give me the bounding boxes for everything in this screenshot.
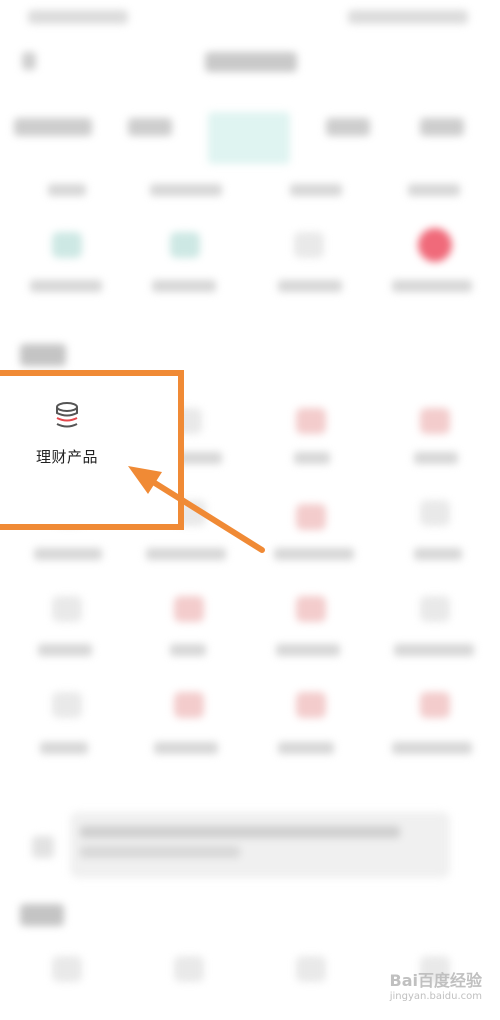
sub-label — [408, 184, 460, 196]
coin-stack-icon — [56, 402, 78, 428]
grid-label — [152, 280, 216, 292]
grid-icon[interactable] — [174, 692, 204, 718]
tab-active[interactable] — [208, 112, 290, 164]
grid-label — [34, 548, 102, 560]
grid-label — [274, 548, 354, 560]
grid-icon[interactable] — [420, 408, 450, 434]
grid-label — [278, 280, 342, 292]
grid-label — [392, 280, 472, 292]
grid-label — [294, 452, 330, 464]
grid-icon[interactable] — [52, 596, 82, 622]
status-bar-right — [348, 10, 468, 24]
grid-label — [40, 742, 88, 754]
status-bar-left — [28, 10, 128, 24]
grid-icon[interactable] — [174, 956, 204, 982]
grid-icon[interactable] — [52, 956, 82, 982]
grid-icon[interactable] — [52, 232, 82, 258]
grid-icon[interactable] — [170, 232, 200, 258]
grid-label — [394, 644, 474, 656]
tab-1[interactable] — [14, 118, 92, 136]
notice-icon — [32, 836, 54, 858]
grid-icon[interactable] — [296, 504, 326, 530]
grid-label — [30, 280, 102, 292]
tab-2[interactable] — [128, 118, 172, 136]
grid-icon[interactable] — [420, 596, 450, 622]
tab-5[interactable] — [420, 118, 464, 136]
grid-icon[interactable] — [420, 692, 450, 718]
grid-label — [38, 644, 92, 656]
grid-icon[interactable] — [418, 228, 452, 262]
grid-icon[interactable] — [174, 596, 204, 622]
watermark-brand: Bai百度经验 — [389, 971, 482, 990]
grid-icon[interactable] — [294, 232, 324, 258]
grid-icon[interactable] — [52, 692, 82, 718]
section-heading — [20, 904, 64, 926]
grid-icon[interactable] — [296, 408, 326, 434]
grid-label — [154, 742, 218, 754]
grid-label — [414, 452, 458, 464]
baidu-jingyan-watermark: Bai百度经验 jingyan.baidu.com — [390, 967, 482, 1002]
grid-label — [414, 548, 462, 560]
back-icon[interactable] — [22, 52, 36, 70]
sub-label — [290, 184, 342, 196]
notice-card[interactable] — [70, 812, 450, 878]
grid-icon[interactable] — [296, 956, 326, 982]
grid-label — [178, 452, 222, 464]
grid-label — [392, 742, 472, 754]
grid-icon[interactable] — [296, 692, 326, 718]
watermark-url: jingyan.baidu.com — [389, 991, 482, 1002]
sub-label — [48, 184, 86, 196]
wealth-products-label: 理财产品 — [35, 449, 98, 466]
grid-label — [146, 548, 226, 560]
sub-label — [150, 184, 222, 196]
section-heading — [20, 344, 66, 366]
grid-icon[interactable] — [420, 500, 450, 526]
tab-4[interactable] — [326, 118, 370, 136]
notice-text — [80, 826, 400, 838]
grid-label — [278, 742, 334, 754]
wealth-products-item[interactable]: 理财产品 — [22, 400, 112, 480]
page-title — [205, 52, 297, 72]
grid-label — [276, 644, 340, 656]
notice-text — [80, 846, 240, 858]
grid-icon[interactable] — [296, 596, 326, 622]
grid-label — [170, 644, 206, 656]
